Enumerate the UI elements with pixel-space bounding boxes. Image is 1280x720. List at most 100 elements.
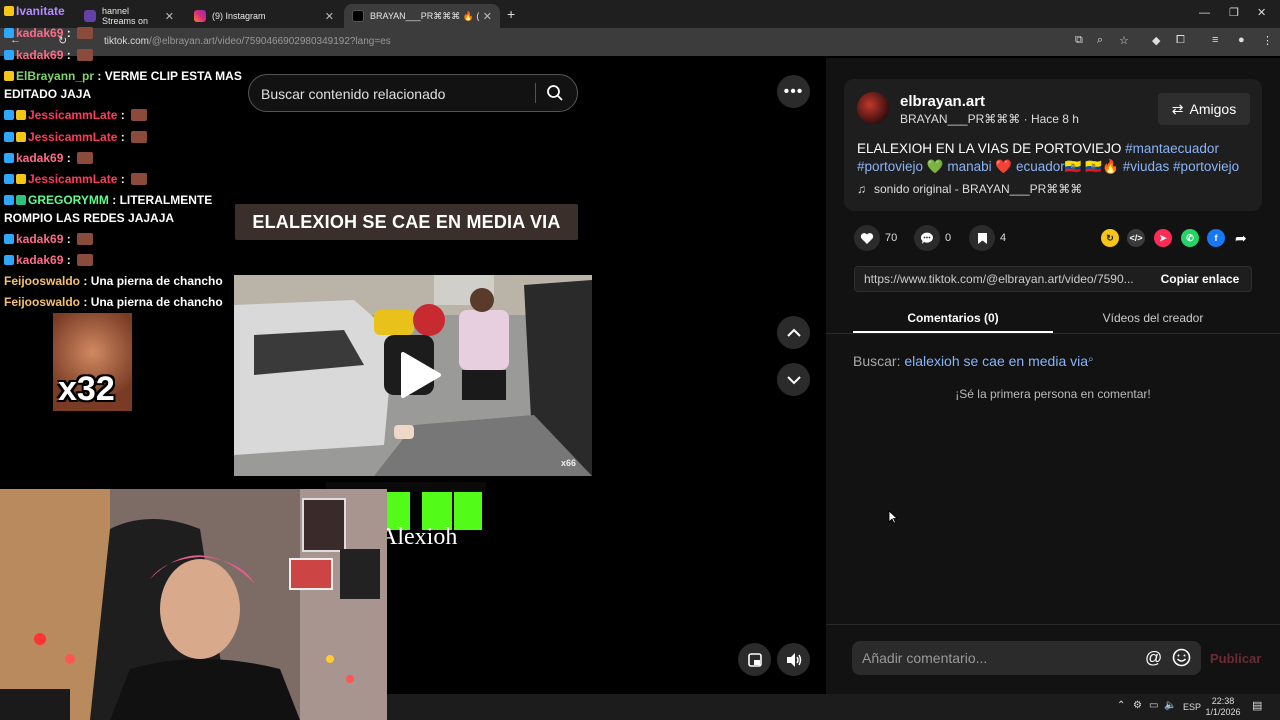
next-video-button[interactable] (777, 363, 810, 396)
tray-app-icon[interactable]: ⚙ (1133, 700, 1142, 711)
chat-message: kadak69 : (4, 253, 94, 267)
empty-comments-message: ¡Sé la primera persona en comentar! (955, 387, 1151, 401)
network-icon[interactable]: ▭ (1149, 700, 1158, 711)
related-search-placeholder: Buscar contenido relacionado (261, 86, 446, 102)
chevron-up-icon (786, 328, 801, 337)
profile-icon[interactable]: ● (1238, 34, 1245, 46)
tray-chevron-icon[interactable]: ⌃ (1117, 700, 1125, 711)
share-arrow-icon[interactable]: ➦ (1235, 230, 1247, 247)
hashtag[interactable]: #portoviejo (857, 159, 923, 174)
minimize-icon[interactable]: — (1199, 7, 1210, 19)
media-icon[interactable]: ≡ (1212, 34, 1218, 46)
chat-text: EDITADO JAJA (4, 87, 92, 101)
close-tab-icon[interactable]: ✕ (325, 10, 334, 23)
save-button[interactable] (969, 225, 995, 251)
bookmark-star-icon[interactable]: ☆ (1119, 34, 1129, 47)
emoji-icon[interactable] (1172, 648, 1191, 667)
puzzle-icon[interactable]: ⧠ (1176, 34, 1185, 47)
chat-message: EDITADO JAJA (4, 87, 91, 101)
more-options-button[interactable]: ••• (777, 75, 810, 108)
avatar[interactable] (857, 92, 889, 124)
hashtag[interactable]: 🇪🇨🔥 (1085, 159, 1119, 174)
video-link-text: https://www.tiktok.com/@elbrayan.art/vid… (864, 272, 1134, 286)
comment-button[interactable] (914, 225, 940, 251)
chat-emote (77, 27, 94, 39)
install-icon[interactable]: ⧉ (1075, 34, 1083, 47)
search-label: Buscar: (853, 353, 901, 369)
more-dots-icon: ••• (783, 82, 804, 100)
close-tab-icon[interactable]: ✕ (165, 10, 174, 23)
related-search-suggestion[interactable]: Buscar: elalexioh se cae en media via⌕ (853, 353, 1094, 369)
chat-message: JessicammLate : (4, 172, 148, 186)
language-indicator[interactable]: ESP (1183, 702, 1201, 712)
hashtag[interactable]: 💚 manabi (927, 159, 992, 174)
chat-text: Una pierna de chancho (90, 274, 223, 288)
close-window-icon[interactable]: ✕ (1257, 6, 1266, 19)
hashtag[interactable]: ❤️ ecuador🇪🇨 (995, 159, 1081, 174)
taskbar (387, 694, 1280, 720)
extension-icon[interactable]: ◆ (1152, 34, 1160, 47)
restore-icon[interactable]: ❐ (1229, 6, 1239, 19)
volume-button[interactable] (777, 643, 810, 676)
whatsapp-icon[interactable]: ✆ (1181, 229, 1199, 247)
chat-emote (77, 254, 94, 266)
chat-text: LITERALMENTE (119, 193, 213, 207)
author-nickname: BRAYAN___PR⌘⌘⌘ (900, 112, 1021, 126)
swap-arrows-icon: ⇄ (1171, 100, 1184, 117)
send-icon[interactable]: ➤ (1154, 229, 1172, 247)
comment-bubble-icon (920, 232, 933, 244)
friends-button[interactable]: ⇄ Amigos (1158, 93, 1250, 125)
mention-icon[interactable]: @ (1145, 648, 1162, 668)
tab-title: (9) Instagram (212, 11, 266, 21)
chat-message: GREGORYMM : LITERALMENTE (4, 193, 212, 207)
facebook-icon[interactable]: f (1207, 229, 1225, 247)
chat-message: Feijooswaldo : Una pierna de chancho (4, 274, 223, 288)
chat-message: ElBrayann_pr : VERME CLIP ESTA MAS (4, 69, 242, 83)
copy-link-button[interactable]: Copiar enlace (1148, 266, 1252, 292)
previous-video-button[interactable] (777, 316, 810, 349)
chat-emote (131, 131, 148, 143)
search-divider (535, 83, 536, 103)
tab-comments[interactable]: Comentarios (0) (853, 305, 1053, 333)
menu-icon[interactable]: ⋮ (1262, 34, 1273, 47)
chat-username: Ivanitate (16, 4, 65, 18)
floating-player-button[interactable] (738, 643, 771, 676)
chat-message: kadak69 : (4, 232, 94, 246)
chat-username: JessicammLate (28, 108, 118, 122)
webcam-feed (0, 489, 387, 720)
zoom-icon[interactable]: ⌕ (1097, 34, 1103, 47)
author-nickname-time: BRAYAN___PR⌘⌘⌘ · Hace 8 h (900, 112, 1079, 126)
tab-title: hannel Streams on (102, 6, 149, 26)
twitch-icon (84, 10, 96, 22)
taskbar-clock[interactable]: 22:38 1/1/2026 (1203, 696, 1243, 718)
tab-creator-videos[interactable]: Vídeos del creador (1053, 305, 1253, 333)
video-caption: ELALEXIOH SE CAE EN MEDIA VIA (252, 211, 561, 232)
publish-button[interactable]: Publicar (1210, 651, 1261, 666)
author-username[interactable]: elbrayan.art (900, 93, 985, 110)
chat-message: Ivanitate (4, 4, 65, 18)
repost-icon[interactable]: ↻ (1101, 229, 1119, 247)
play-icon[interactable] (393, 350, 443, 400)
hashtag[interactable]: #viudas (1123, 159, 1170, 174)
search-icon[interactable] (546, 84, 564, 102)
chat-username: kadak69 (16, 151, 64, 165)
speaker-icon[interactable]: 🔈 (1164, 700, 1176, 711)
tab-tiktok[interactable]: BRAYAN___PR⌘⌘⌘ 🔥 (@elbray ✕ (344, 4, 500, 28)
notifications-icon[interactable]: ▤ (1252, 699, 1262, 712)
video-caption-banner: ELALEXIOH SE CAE EN MEDIA VIA (235, 204, 578, 240)
new-tab-icon[interactable]: + (507, 6, 515, 22)
channel-name-graphic: Alexioh (380, 524, 458, 550)
video-description: ELALEXIOH EN LA VIAS DE PORTOVIEJO #mant… (857, 140, 1253, 176)
close-tab-icon[interactable]: ✕ (483, 10, 492, 23)
like-button[interactable] (854, 225, 880, 251)
sound-label: sonido original - BRAYAN___PR⌘⌘⌘ (874, 182, 1083, 196)
sound-link[interactable]: ♫ sonido original - BRAYAN___PR⌘⌘⌘ (857, 182, 1082, 196)
embed-icon[interactable]: </> (1127, 229, 1145, 247)
hashtag[interactable]: #mantaecuador (1125, 141, 1219, 156)
comment-divider (826, 624, 1280, 625)
search-query-link[interactable]: elalexioh se cae en media via (904, 353, 1088, 369)
tabs-divider (826, 333, 1280, 334)
chat-emote (131, 173, 148, 185)
chat-username: kadak69 (16, 253, 64, 267)
hashtag[interactable]: #portoviejo (1173, 159, 1239, 174)
